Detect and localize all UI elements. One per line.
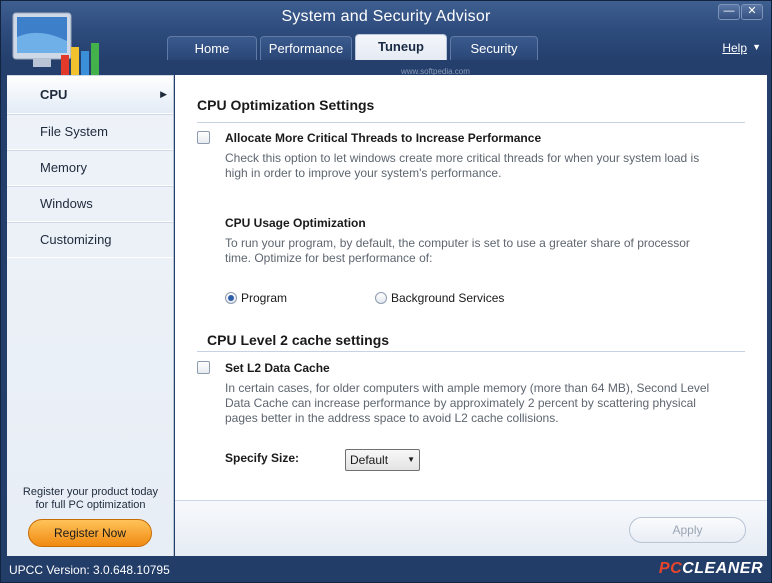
tab-performance[interactable]: Performance [260, 36, 352, 60]
sidebar-item-label: Windows [40, 196, 93, 211]
sidebar-item-label: File System [40, 124, 108, 139]
chevron-down-icon: ▼ [407, 455, 415, 464]
register-text-line-2: for full PC optimization [35, 499, 146, 511]
l2-cache-checkbox[interactable] [197, 361, 210, 374]
sidebar-item-memory[interactable]: Memory [7, 150, 173, 186]
brand-logo: PCCLEANER [659, 560, 763, 578]
cpu-usage-description: To run your program, by default, the com… [225, 236, 690, 266]
sidebar-item-file-system[interactable]: File System [7, 114, 173, 150]
cache-size-select[interactable]: Default ▼ [345, 449, 420, 471]
desc-line: In certain cases, for older computers wi… [225, 381, 710, 395]
cache-size-value: Default [350, 453, 389, 467]
register-now-button[interactable]: Register Now [28, 519, 152, 547]
tab-home[interactable]: Home [167, 36, 257, 60]
app-window: System and Security Advisor — ✕ Home Per… [0, 0, 772, 583]
version-text: UPCC Version: 3.0.648.10795 [9, 563, 170, 577]
tab-tuneup[interactable]: Tuneup [355, 34, 447, 60]
sidebar-item-customizing[interactable]: Customizing [7, 222, 173, 258]
l2-cache-description: In certain cases, for older computers wi… [225, 381, 709, 426]
critical-threads-label: Allocate More Critical Threads to Increa… [225, 131, 542, 145]
window-controls: — ✕ [718, 4, 763, 20]
sidebar-item-label: Memory [40, 160, 87, 175]
sidebar-item-label: Customizing [40, 232, 112, 247]
sidebar-item-label: CPU [40, 87, 68, 102]
apply-button[interactable]: Apply [629, 517, 746, 543]
help-dropdown-icon[interactable]: ▼ [752, 42, 761, 52]
program-radio[interactable] [225, 292, 237, 304]
settings-panel: CPU Optimization Settings Allocate More … [175, 75, 767, 556]
divider [197, 351, 745, 352]
cpu-usage-title: CPU Usage Optimization [225, 216, 366, 230]
section-title-cpu-optimization: CPU Optimization Settings [197, 97, 375, 113]
program-radio-label[interactable]: Program [241, 291, 287, 305]
minimize-icon[interactable]: — [718, 4, 740, 20]
section-title-l2-cache: CPU Level 2 cache settings [207, 332, 390, 348]
chevron-right-icon: ▶ [160, 89, 167, 99]
close-icon[interactable]: ✕ [741, 4, 763, 20]
desc-line: Data Cache can increase performance by a… [225, 396, 696, 410]
window-title: System and Security Advisor [281, 8, 491, 25]
brand-cleaner: CLEANER [682, 560, 763, 577]
help-menu[interactable]: Help [722, 41, 747, 55]
tab-security[interactable]: Security [450, 36, 538, 60]
background-services-radio[interactable] [375, 292, 387, 304]
specify-size-label: Specify Size: [225, 451, 300, 465]
desc-line: pages better in the address space to avo… [225, 411, 559, 425]
sidebar-item-windows[interactable]: Windows [7, 186, 173, 222]
l2-cache-label: Set L2 Data Cache [225, 361, 330, 375]
desc-line: high in order to improve your system's p… [225, 166, 502, 180]
panel-footer: Apply [175, 500, 767, 556]
sidebar-item-cpu[interactable]: CPU ▶ [7, 75, 173, 114]
desc-line: time. Optimize for best performance of: [225, 251, 433, 265]
desc-line: Check this option to let windows create … [225, 151, 700, 165]
sidebar: CPU ▶ File System Memory Windows Customi… [7, 75, 174, 556]
register-text-line-1: Register your product today [22, 486, 159, 498]
critical-threads-checkbox[interactable] [197, 131, 210, 144]
critical-threads-description: Check this option to let windows create … [225, 151, 699, 181]
background-services-radio-label[interactable]: Background Services [391, 291, 504, 305]
divider [197, 122, 745, 123]
main-tabs: Home Performance Tuneup Security [167, 34, 538, 60]
desc-line: To run your program, by default, the com… [225, 236, 690, 250]
brand-pc: PC [658, 560, 683, 577]
register-promo-text: Register your product today for full PC … [7, 486, 174, 512]
